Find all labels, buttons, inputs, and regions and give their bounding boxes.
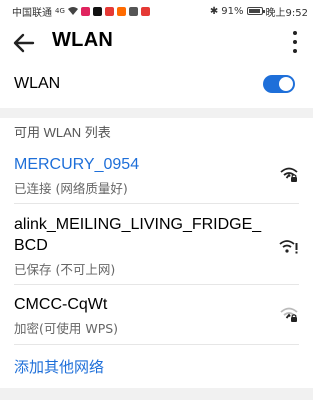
- divider: [14, 344, 299, 345]
- wifi-lock-icon: [280, 167, 298, 182]
- wifi-lock-icon: [280, 307, 298, 322]
- carrier-label: 中国联通: [12, 7, 52, 19]
- network-status: 已连接 (网络质量好): [14, 181, 128, 196]
- network-status: 加密(可使用 WPS): [14, 321, 119, 336]
- network-name: alink_MEILING_LIVING_FRIDGE_BCD: [14, 216, 262, 254]
- battery-percent: 91%: [221, 5, 244, 17]
- battery-icon: [246, 7, 265, 15]
- divider: [14, 203, 299, 204]
- section-divider-band: [0, 108, 313, 118]
- available-networks-header: 可用 WLAN 列表: [14, 125, 111, 140]
- network-item-alink[interactable]: alink_MEILING_LIVING_FRIDGE_BCD 已保存 (不可上…: [0, 214, 313, 278]
- status-bar: 中国联通 4G ✱ 91% 晚上9:52: [0, 0, 313, 22]
- network-item-cmcc[interactable]: CMCC-CqWt 加密(可使用 WPS): [0, 294, 313, 337]
- divider: [14, 284, 299, 285]
- clock: 晚上9:52: [265, 7, 308, 19]
- app-notification-icon: [116, 6, 126, 16]
- tiktok-icon: [92, 6, 102, 16]
- signal-label: 4G: [55, 7, 65, 15]
- wlan-toggle-label: WLAN: [14, 75, 61, 92]
- app-notification-icon: [80, 6, 90, 16]
- app-notification-icon: [128, 6, 138, 16]
- bluetooth-icon: ✱: [209, 5, 219, 17]
- more-options-icon[interactable]: [291, 31, 299, 53]
- switch-knob: [279, 77, 293, 91]
- network-name: MERCURY_0954: [14, 156, 140, 173]
- bottom-band: [0, 388, 313, 400]
- back-arrow-icon[interactable]: [12, 32, 36, 54]
- app-header: WLAN: [0, 26, 313, 60]
- add-other-network-link[interactable]: 添加其他网络: [14, 356, 104, 377]
- status-bar-right: ✱ 91% 晚上9:52: [210, 4, 308, 19]
- network-item-mercury[interactable]: MERCURY_0954 已连接 (网络质量好): [0, 154, 313, 197]
- app-notification-icon: [140, 6, 150, 16]
- wlan-switch[interactable]: [263, 75, 295, 93]
- network-name: CMCC-CqWt: [14, 296, 108, 313]
- wlan-toggle-row[interactable]: WLAN: [0, 64, 313, 104]
- page-title: WLAN: [52, 29, 114, 51]
- status-bar-left: 中国联通 4G: [12, 4, 150, 19]
- network-status: 已保存 (不可上网): [14, 262, 116, 277]
- app-notification-icon: [104, 6, 114, 16]
- wifi-status-icon: [67, 7, 78, 15]
- wifi-warning-icon: [279, 240, 298, 254]
